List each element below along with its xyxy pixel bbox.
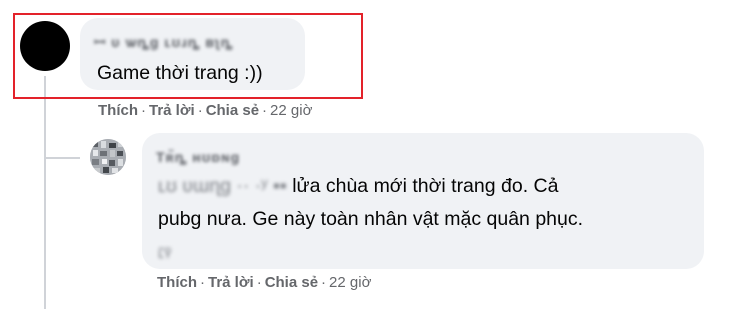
avatar[interactable] [90, 139, 126, 175]
share-link[interactable]: Chia sẻ [265, 274, 318, 291]
blurred-text: ʟ̃ʏ̃ [158, 245, 172, 262]
timestamp[interactable]: 22 giờ [329, 274, 371, 291]
thread-line [44, 76, 46, 309]
reply-actions: Thích · Trả lời · Chia sẻ · 22 giờ [157, 274, 372, 291]
reply-link[interactable]: Trả lời [208, 274, 254, 291]
like-link[interactable]: Thích [157, 274, 197, 291]
thread-branch [44, 157, 80, 159]
reply-author[interactable]: Tʀ̃ȵ ʜʊɒɴɡ [156, 149, 240, 165]
reply-bubble: Tʀ̃ȵ ʜʊɒɴɡ ʟʊ ʋɯɳɡ ·· ·ʸ ▪▪ lửa chùa mới… [142, 133, 704, 269]
highlight-box [13, 13, 363, 99]
blurred-text: ʟʊ ʋɯɳɡ ·· ·ʸ ▪▪ [158, 175, 287, 197]
like-link[interactable]: Thích [98, 102, 138, 119]
comment-actions: Thích · Trả lời · Chia sẻ · 22 giờ [98, 102, 313, 119]
share-link[interactable]: Chia sẻ [206, 102, 259, 119]
timestamp[interactable]: 22 giờ [270, 102, 312, 119]
reply-link[interactable]: Trả lời [149, 102, 195, 119]
reply-text: ʟʊ ʋɯɳɡ ·· ·ʸ ▪▪ lửa chùa mới thời trang… [158, 175, 584, 262]
